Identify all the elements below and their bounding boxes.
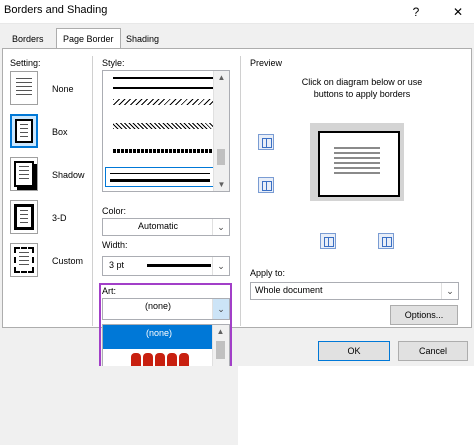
scroll-thumb[interactable] (217, 149, 225, 165)
chevron-down-icon[interactable]: ⌄ (441, 283, 458, 299)
color-label: Color: (102, 206, 127, 216)
tab-borders[interactable]: Borders (6, 31, 50, 48)
width-label: Width: (102, 240, 128, 250)
preview-label: Preview (250, 58, 283, 68)
style-label: Style: (102, 58, 125, 68)
color-select[interactable]: Automatic ⌄ (102, 218, 230, 236)
setting-shadow-label[interactable]: Shadow (52, 170, 85, 180)
art-option-none[interactable]: (none) (103, 325, 215, 341)
background-document (238, 366, 474, 445)
scroll-up-icon[interactable]: ▲ (213, 327, 228, 336)
apply-to-select[interactable]: Whole document ⌄ (250, 282, 459, 300)
right-border-button[interactable] (378, 233, 394, 249)
style-option-wave[interactable] (113, 99, 213, 105)
setting-box-icon[interactable] (10, 114, 38, 148)
art-select[interactable]: (none) ⌄ (102, 298, 230, 320)
close-button[interactable]: ✕ (446, 2, 470, 22)
scroll-down-icon[interactable]: ▼ (214, 180, 229, 189)
tab-shading[interactable]: Shading (120, 31, 165, 48)
style-option-dash-dot[interactable] (113, 149, 213, 153)
style-option-selected[interactable] (105, 167, 215, 187)
style-scrollbar[interactable]: ▲ ▼ (213, 71, 229, 191)
apply-to-label: Apply to: (250, 268, 286, 278)
setting-label: Setting: (10, 58, 41, 68)
width-select[interactable]: 3 pt ⌄ (102, 256, 230, 276)
setting-custom-label[interactable]: Custom (52, 256, 83, 266)
setting-3d-label[interactable]: 3-D (52, 213, 67, 223)
divider (240, 56, 241, 326)
top-border-button[interactable] (258, 134, 274, 150)
tab-page-border[interactable]: Page Border (56, 28, 121, 49)
bottom-border-button[interactable] (258, 177, 274, 193)
setting-none-icon[interactable] (10, 71, 38, 105)
style-option-double-wave[interactable] (113, 123, 213, 129)
options-button[interactable]: Options... (390, 305, 458, 325)
divider (92, 56, 93, 326)
cancel-button[interactable]: Cancel (398, 341, 468, 361)
setting-none-label[interactable]: None (52, 84, 74, 94)
style-option-double[interactable] (113, 77, 213, 89)
window-title: Borders and Shading (4, 4, 108, 16)
setting-box-label[interactable]: Box (52, 127, 68, 137)
chevron-down-icon[interactable]: ⌄ (212, 299, 229, 319)
chevron-down-icon[interactable]: ⌄ (212, 219, 229, 235)
ok-button[interactable]: OK (318, 341, 390, 361)
setting-custom-icon[interactable] (10, 243, 38, 277)
setting-shadow-icon[interactable] (10, 157, 38, 191)
width-line-preview (147, 264, 211, 267)
chevron-down-icon[interactable]: ⌄ (212, 257, 229, 275)
help-button[interactable]: ? (404, 2, 428, 22)
scroll-up-icon[interactable]: ▲ (214, 73, 229, 82)
scroll-thumb[interactable] (216, 341, 225, 359)
setting-3d-icon[interactable] (10, 200, 38, 234)
left-border-button[interactable] (320, 233, 336, 249)
art-label: Art: (102, 286, 117, 296)
style-list[interactable]: ▲ ▼ (102, 70, 230, 192)
preview-diagram[interactable] (310, 123, 404, 201)
preview-instruction: Click on diagram below or use buttons to… (301, 77, 423, 99)
